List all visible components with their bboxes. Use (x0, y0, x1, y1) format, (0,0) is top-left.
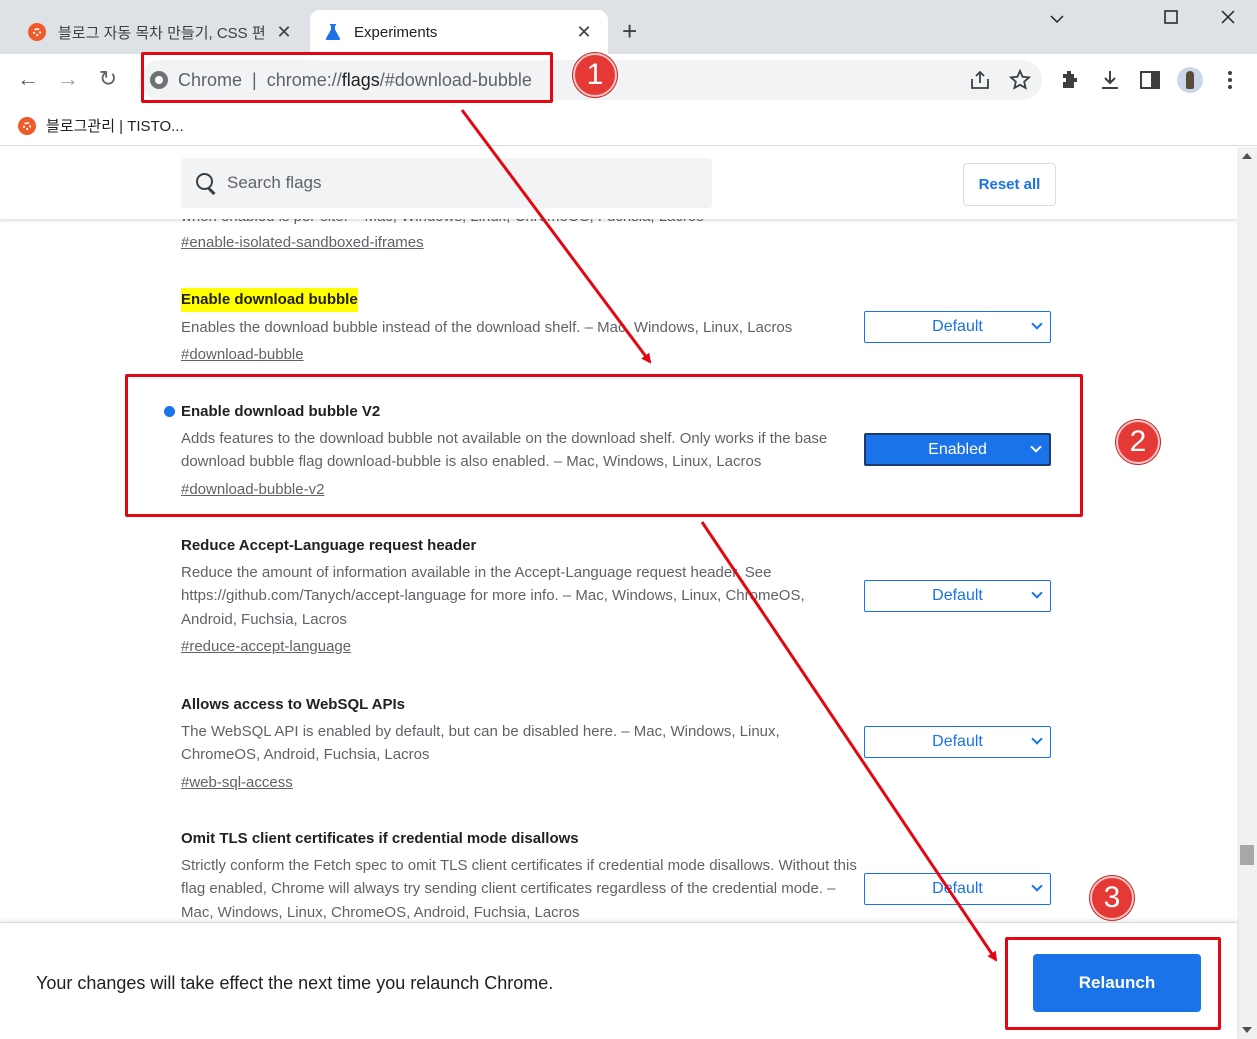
step-badge-3: 3 (1090, 876, 1134, 920)
tab-strip: 블로그 자동 목차 만들기, CSS 편 ✕ Experiments ✕ + (0, 0, 1257, 54)
side-panel-icon[interactable] (1138, 68, 1162, 92)
chevron-down-icon (1031, 733, 1043, 745)
close-icon[interactable]: ✕ (574, 22, 594, 43)
bookmark-label: 블로그관리 | TISTO... (46, 118, 184, 135)
relaunch-message: Your changes will take effect the next t… (36, 973, 554, 993)
bookmarks-bar: 블로그관리 | TISTO... (0, 106, 1257, 146)
chevron-down-icon (1031, 880, 1043, 892)
tistory-favicon-icon (28, 23, 46, 41)
scroll-up-icon[interactable] (1242, 153, 1252, 159)
omnibox-separator: | (252, 69, 257, 90)
search-box[interactable] (181, 158, 712, 208)
tab-experiments[interactable]: Experiments ✕ (310, 10, 608, 54)
experiment-title: Enable download bubble (181, 288, 358, 312)
search-input[interactable] (227, 173, 687, 193)
experiment-title: Allows access to WebSQL APIs (181, 696, 405, 713)
step-badge-1: 1 (573, 53, 617, 97)
relaunch-footer: Your changes will take effect the next t… (0, 922, 1237, 1039)
forward-button[interactable]: → (54, 66, 82, 92)
experiment-link[interactable]: #reduce-accept-language (181, 635, 351, 659)
menu-icon[interactable] (1218, 68, 1242, 92)
close-icon (1221, 10, 1235, 24)
close-icon[interactable]: ✕ (274, 22, 294, 43)
experiment-web-sql-access: Allows access to WebSQL APIs The WebSQL … (181, 693, 861, 794)
omnibox-scheme: Chrome (178, 69, 243, 90)
download-icon[interactable] (1098, 68, 1122, 92)
minimize-button[interactable] (1037, 8, 1077, 29)
scroll-thumb[interactable] (1240, 845, 1254, 865)
experiment-link[interactable]: #enable-isolated-sandboxed-iframes (181, 231, 424, 255)
bookmark-item[interactable]: 블로그관리 | TISTO... (18, 115, 184, 136)
star-icon[interactable] (1008, 68, 1032, 92)
search-icon (195, 172, 217, 194)
experiment-link[interactable]: #download-bubble-v2 (181, 478, 324, 502)
experiment-description: Reduce the amount of information availab… (181, 563, 805, 628)
chevron-down-icon (1030, 441, 1042, 453)
avatar[interactable] (1177, 67, 1203, 93)
experiment-select[interactable]: Default (864, 311, 1051, 343)
experiment-title: Reduce Accept-Language request header (181, 537, 477, 554)
experiment-title: Enable download bubble V2 (181, 403, 381, 420)
experiment-download-bubble: Enable download bubble Enables the downl… (181, 288, 861, 367)
close-window-button[interactable] (1208, 8, 1248, 29)
tistory-favicon-icon (18, 116, 36, 135)
tab-title: 블로그 자동 목차 만들기, CSS 편 (58, 24, 266, 42)
tab-title: Experiments (354, 23, 438, 41)
chevron-down-icon (1031, 318, 1043, 330)
experiment-description: Adds features to the download bubble not… (181, 429, 828, 471)
tab-blog[interactable]: 블로그 자동 목차 만들기, CSS 편 ✕ (14, 10, 308, 54)
relaunch-button[interactable]: Relaunch (1033, 954, 1201, 1012)
omnibox-url: chrome://flags/#download-bubble (266, 69, 532, 90)
experiment-omit-tls-client-certs: Omit TLS client certificates if credenti… (181, 827, 861, 922)
share-icon[interactable] (968, 68, 992, 92)
search-header: Reset all (0, 147, 1237, 219)
new-tab-button[interactable]: + (622, 18, 637, 44)
reload-button[interactable]: ↻ (94, 66, 122, 92)
chrome-icon (150, 71, 168, 89)
step-badge-2: 2 (1116, 420, 1160, 464)
scroll-down-icon[interactable] (1242, 1027, 1252, 1033)
maximize-button[interactable] (1151, 8, 1191, 29)
experiment-select[interactable]: Default (864, 873, 1051, 905)
experiment-link[interactable]: #download-bubble (181, 343, 304, 367)
flags-content: Reset all when enabled is per-site. – Ma… (0, 147, 1237, 922)
experiment-select[interactable]: Default (864, 580, 1051, 612)
chevron-down-icon (1050, 15, 1064, 24)
reset-all-button[interactable]: Reset all (963, 163, 1056, 206)
back-button[interactable]: ← (14, 66, 42, 92)
experiment-description: The WebSQL API is enabled by default, bu… (181, 722, 780, 764)
experiment-download-bubble-v2: Enable download bubble V2 Adds features … (164, 400, 861, 502)
experiment-select[interactable]: Default (864, 726, 1051, 758)
modified-indicator-icon (164, 406, 175, 417)
flask-icon (325, 24, 341, 40)
toolbar: ← → ↻ Chrome | chrome://flags/#download-… (0, 54, 1257, 106)
experiment-select[interactable]: Enabled (864, 433, 1051, 466)
scrollbar[interactable] (1237, 147, 1257, 1039)
maximize-icon (1164, 10, 1178, 24)
extensions-icon[interactable] (1058, 68, 1082, 92)
experiment-description: Strictly conform the Fetch spec to omit … (181, 856, 857, 921)
chevron-down-icon (1031, 587, 1043, 599)
experiment-title: Omit TLS client certificates if credenti… (181, 830, 579, 847)
experiment-description: Enables the download bubble instead of t… (181, 318, 793, 336)
experiment-reduce-accept-language: Reduce Accept-Language request header Re… (181, 534, 861, 659)
experiment-link[interactable]: #web-sql-access (181, 771, 293, 795)
